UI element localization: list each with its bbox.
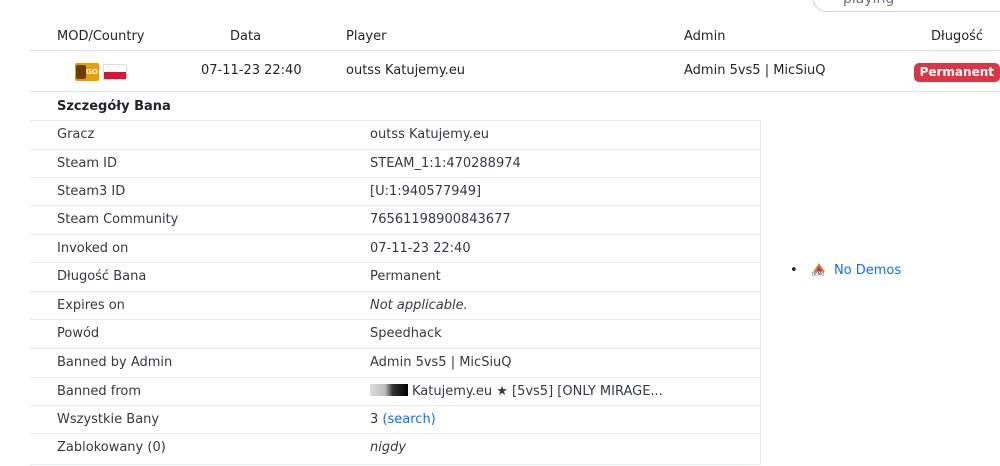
detail-key: Steam ID	[57, 156, 117, 171]
svg-text:DEMO: DEMO	[812, 272, 824, 277]
csgo-icon: GO	[75, 63, 99, 81]
detail-value: Katujemy.eu ★ [5vs5] [ONLY MIRAGE...	[370, 378, 663, 405]
search-text: playing	[843, 0, 894, 7]
detail-value: Not applicable.	[370, 298, 468, 313]
detail-value: outss Katujemy.eu	[370, 127, 490, 142]
ban-row[interactable]: GO 07-11-23 22:40 outss Katujemy.eu Admi…	[30, 50, 1000, 92]
divider	[760, 120, 761, 465]
detail-key: Banned by Admin	[57, 355, 173, 370]
detail-row: Steam Community 76561198900843677	[30, 205, 760, 233]
ban-date: 07-11-23 22:40	[201, 63, 302, 78]
search-bans-link[interactable]: (search)	[382, 412, 435, 427]
detail-key: Banned from	[57, 384, 141, 399]
server-icon	[370, 384, 408, 396]
ban-admin: Admin 5vs5 | MicSiuQ	[684, 63, 826, 78]
detail-key: Długość Bana	[57, 269, 147, 284]
detail-value[interactable]: 76561198900843677	[370, 206, 511, 233]
search-input[interactable]: playing	[812, 0, 1000, 12]
detail-value: 3 (search)	[370, 406, 436, 433]
status-badge: Permanent	[913, 63, 1000, 82]
header-date[interactable]: Data	[230, 24, 261, 50]
detail-value: Admin 5vs5 | MicSiuQ	[370, 355, 512, 370]
server-name: Katujemy.eu ★ [5vs5] [ONLY MIRAGE...	[412, 384, 663, 399]
detail-row: Zablokowany (0) nigdy	[30, 433, 760, 461]
detail-value: STEAM_1:1:470288974	[370, 156, 521, 171]
detail-value: nigdy	[370, 440, 407, 455]
poland-flag-icon	[103, 64, 127, 80]
ban-player: outss Katujemy.eu	[346, 63, 466, 78]
detail-value: Speedhack	[370, 326, 442, 341]
detail-row: Gracz outss Katujemy.eu	[30, 120, 760, 148]
detail-key: Gracz	[57, 127, 95, 142]
header-mod-country[interactable]: MOD/Country	[57, 24, 144, 50]
header-length[interactable]: Długość	[931, 24, 983, 50]
detail-key: Powód	[57, 326, 100, 341]
detail-key: Zablokowany (0)	[57, 440, 166, 455]
demos-list: • DEMO No Demos	[790, 262, 901, 278]
ban-count: 3	[370, 412, 379, 427]
detail-row: Powód Speedhack	[30, 319, 760, 347]
detail-row: Expires on Not applicable.	[30, 291, 760, 319]
detail-row: Długość Bana Permanent	[30, 262, 760, 290]
detail-row: Wszystkie Bany 3 (search)	[30, 405, 760, 433]
detail-key: Steam Community	[57, 212, 179, 227]
detail-key: Steam3 ID	[57, 184, 126, 199]
detail-row: Banned from Katujemy.eu ★ [5vs5] [ONLY MI…	[30, 377, 760, 405]
detail-key: Expires on	[57, 298, 125, 313]
header-player[interactable]: Player	[346, 24, 386, 50]
header-admin[interactable]: Admin	[684, 24, 725, 50]
detail-key: Wszystkie Bany	[57, 412, 160, 427]
demo-icon: DEMO	[810, 262, 828, 277]
divider	[30, 464, 760, 465]
detail-row: Steam3 ID [U:1:940577949]	[30, 177, 760, 205]
detail-row: Invoked on 07-11-23 22:40	[30, 234, 760, 262]
detail-value: Permanent	[370, 269, 441, 284]
detail-value[interactable]: [U:1:940577949]	[370, 178, 481, 205]
detail-value: 07-11-23 22:40	[370, 241, 471, 256]
detail-row: Banned by Admin Admin 5vs5 | MicSiuQ	[30, 348, 760, 376]
detail-key: Invoked on	[57, 241, 129, 256]
bullet: •	[790, 263, 798, 278]
details-title: Szczegóły Bana	[57, 99, 171, 114]
detail-row: Steam ID STEAM_1:1:470288974	[30, 149, 760, 177]
no-demos-link[interactable]: No Demos	[834, 263, 901, 278]
